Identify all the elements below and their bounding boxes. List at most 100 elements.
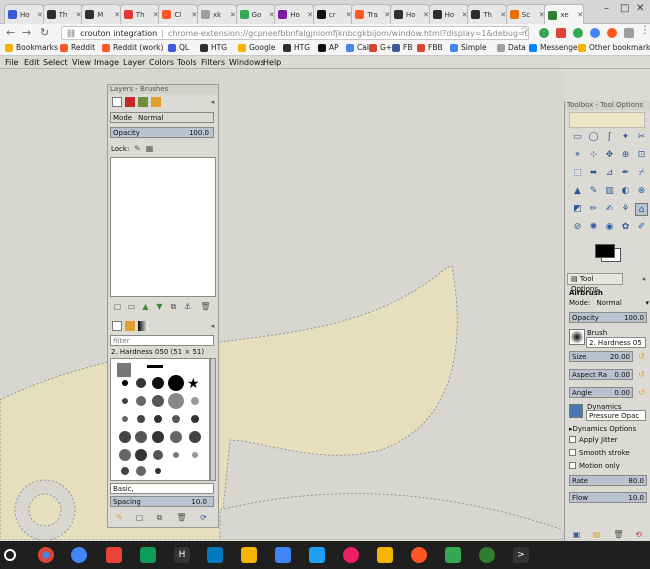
minimize-icon[interactable]: – [604, 3, 609, 14]
menu-file[interactable]: File [5, 58, 18, 67]
angle-slider[interactable]: Angle 0.00 [569, 387, 633, 398]
bookmark-item[interactable]: HTG [200, 43, 227, 52]
menu-edit[interactable]: Edit [24, 58, 40, 67]
bookmark-item[interactable]: AP [318, 43, 339, 52]
undo-tab-icon[interactable] [151, 97, 161, 107]
paths-tab-icon[interactable] [138, 97, 148, 107]
rate-slider[interactable]: Rate 80.0 [569, 475, 647, 486]
perspective-tool-icon[interactable]: ▲ [571, 185, 584, 198]
menu-image[interactable]: Image [94, 58, 119, 67]
bookmark-item[interactable]: Data [497, 43, 526, 52]
htg-app-icon[interactable]: H [174, 547, 190, 563]
layer-mode-select[interactable]: Mode Normal [110, 112, 214, 123]
dynamics-options-expander[interactable]: ▸ Dynamics Options [569, 423, 636, 434]
menu-colors[interactable]: Colors [149, 58, 174, 67]
bookmark-item[interactable]: Reddit [60, 43, 95, 52]
text-tool-icon[interactable]: ◐ [619, 185, 632, 198]
browser-tab[interactable]: Sc ✕ [505, 4, 546, 24]
pencil-tool-icon[interactable]: ✏ [587, 203, 600, 216]
size-slider[interactable]: Size 20.00 [569, 351, 633, 362]
extension-green-icon[interactable] [539, 28, 549, 38]
docs-icon[interactable] [71, 547, 87, 563]
browser-tab[interactable]: Ho ✕ [428, 4, 469, 24]
menu-windows[interactable]: Windows [229, 58, 265, 67]
layers-tab-icon[interactable] [112, 97, 122, 107]
aspect-reset-icon[interactable]: ↺ [636, 369, 647, 380]
brush-spacing-slider[interactable]: Spacing 10.0 [110, 496, 214, 507]
menu-filters[interactable]: Filters [201, 58, 225, 67]
heal-tool-icon[interactable]: ◉ [603, 221, 616, 234]
duplicate-layer-icon[interactable]: ⧉ [168, 301, 179, 312]
brush-preview[interactable] [569, 329, 585, 345]
clone-tool-icon[interactable]: ✺ [587, 221, 600, 234]
anchor-layer-icon[interactable]: ⚓ [182, 301, 193, 312]
menu-help[interactable]: Help [263, 58, 281, 67]
brushes-menu-icon[interactable]: ◂ [207, 321, 218, 332]
dock-menu-icon[interactable]: ◂ [207, 97, 218, 108]
back-icon[interactable]: ← [6, 26, 15, 39]
play-store-icon[interactable] [445, 547, 461, 563]
align-tool-icon[interactable]: ⬚ [571, 167, 584, 180]
extension-red-icon[interactable] [556, 28, 566, 38]
motion-only-checkbox[interactable]: Motion only [569, 460, 620, 471]
browser-tab[interactable]: Go ✕ [235, 4, 276, 24]
bookmark-item[interactable]: FBB [417, 43, 443, 52]
tool-opacity-slider[interactable]: Opacity 100.0 [569, 312, 647, 323]
paths-tool-icon[interactable]: ⌖ [571, 149, 584, 162]
tab-close-icon[interactable]: ✕ [423, 11, 429, 19]
move-tool-icon[interactable]: ⊡ [635, 149, 648, 162]
extension-orange-icon[interactable] [607, 28, 617, 38]
crop-tool-icon[interactable]: ⬌ [587, 167, 600, 180]
chrome-icon[interactable] [38, 547, 54, 563]
layer-opacity-slider[interactable]: Opacity 100.0 [110, 127, 214, 138]
paintbrush-tool-icon[interactable]: ✍ [603, 203, 616, 216]
shear-tool-icon[interactable]: ⌿ [635, 167, 648, 180]
save-options-icon[interactable]: ▣ [571, 529, 582, 540]
measure-tool-icon[interactable]: ⊕ [619, 149, 632, 162]
free-select-tool-icon[interactable]: ʃ [603, 131, 616, 144]
foreground-color-swatch[interactable] [595, 244, 615, 258]
brush-grid[interactable]: ★ [110, 358, 210, 481]
browser-tab[interactable]: xe ✕ [544, 4, 585, 25]
bookmark-item[interactable]: QL [168, 43, 189, 52]
bookmark-item[interactable]: Reddit (work) [102, 43, 163, 52]
terminal-icon[interactable]: > [513, 547, 529, 563]
edit-brush-icon[interactable]: ✎ [114, 512, 125, 523]
ellipse-select-tool-icon[interactable]: ◯ [587, 131, 600, 144]
browser-tab[interactable]: Ho ✕ [274, 4, 315, 24]
browser-tab[interactable]: Th ✕ [119, 4, 160, 24]
menu-layer[interactable]: Layer [123, 58, 145, 67]
layer-group-icon[interactable]: ▭ [126, 301, 137, 312]
bookmark-item[interactable]: Messenger [529, 43, 581, 52]
flip-tool-icon[interactable]: ✎ [587, 185, 600, 198]
airbrush-tool-icon[interactable]: ⌂ [635, 203, 648, 216]
close-window-icon[interactable]: ✕ [636, 3, 644, 14]
calendar-icon[interactable] [275, 547, 291, 563]
blur-tool-icon[interactable]: ✿ [619, 221, 632, 234]
extension-grey-icon[interactable] [624, 28, 634, 38]
refresh-brushes-icon[interactable]: ⟳ [198, 512, 209, 523]
cage-tool-icon[interactable]: ▥ [603, 185, 616, 198]
browser-tab[interactable]: Tra ✕ [351, 4, 392, 24]
flow-slider[interactable]: Flow 10.0 [569, 492, 647, 503]
browser-tab[interactable]: Th ✕ [42, 4, 83, 24]
sheets-icon[interactable] [140, 547, 156, 563]
chrome-menu-icon[interactable]: ⋮ [640, 25, 650, 36]
messages-icon[interactable] [343, 547, 359, 563]
layer-list[interactable] [110, 157, 216, 297]
launcher-icon[interactable] [4, 549, 16, 561]
toolbox-menu-icon[interactable]: ◂ [638, 274, 649, 285]
bookmark-item[interactable]: Simple [450, 43, 487, 52]
browser-tab[interactable]: xk ✕ [197, 4, 237, 24]
bookmark-item[interactable]: HTG [283, 43, 310, 52]
bookmark-item[interactable]: FB [392, 43, 412, 52]
brush-filter-input[interactable]: filter [110, 335, 214, 346]
browser-tab[interactable]: Th ✕ [467, 4, 508, 24]
twitter-icon[interactable] [309, 547, 325, 563]
browser-tab[interactable]: Ho ✕ [390, 4, 430, 24]
apply-jitter-checkbox[interactable]: Apply Jitter [569, 434, 618, 445]
gmail-icon[interactable] [106, 547, 122, 563]
patterns-tab-icon[interactable] [125, 321, 135, 331]
rect-select-tool-icon[interactable]: ▭ [571, 131, 584, 144]
lower-layer-icon[interactable]: ▼ [154, 301, 165, 312]
